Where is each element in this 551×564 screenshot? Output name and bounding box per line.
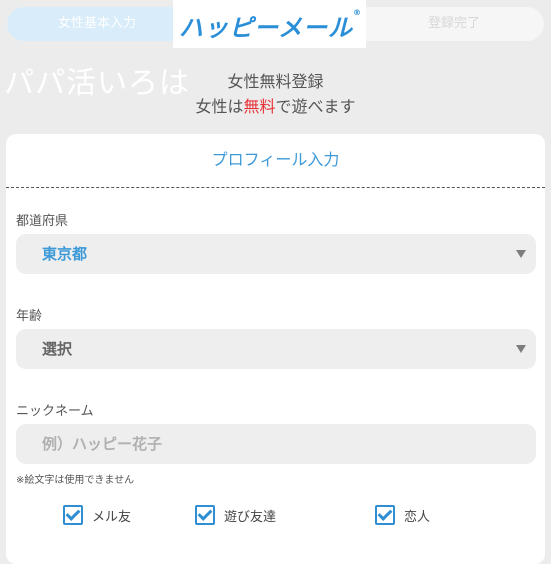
registered-mark: ® [353,8,363,17]
chevron-down-icon [516,345,526,353]
prefecture-label: 都道府県 [16,214,69,229]
checkbox-checked-icon[interactable] [63,505,83,525]
logo-text: ハッピーメール® [179,8,363,42]
prefecture-select[interactable]: 東京都 [16,234,536,274]
chevron-down-icon [516,250,526,258]
emoji-note: ※絵文字は使用できません [16,475,135,486]
top-header: 女性基本入力 登録完了 ハッピーメール® [0,0,551,48]
checkbox-checked-icon[interactable] [195,505,215,525]
age-select[interactable]: 選択 [16,329,536,369]
checkbox-checked-icon[interactable] [375,505,395,525]
profile-form-card: プロフィール入力 都道府県 東京都 年齢 選択 ニックネーム ※絵文字は使用でき… [6,134,545,564]
page-subtitle: 女性は無料で遊べます [195,97,356,116]
purpose-checkbox-mail-friend[interactable]: メル友 [63,505,131,525]
purpose-checkbox-play-friend[interactable]: 遊び友達 [195,505,276,525]
nickname-label: ニックネーム [16,404,94,419]
purpose-checkbox-lover[interactable]: 恋人 [375,505,430,525]
nickname-input[interactable] [16,424,536,464]
free-emphasis: 無料 [243,97,276,116]
step-current: 女性基本入力 [7,7,187,41]
age-label: 年齢 [16,309,43,324]
age-value: 選択 [42,340,73,358]
logo[interactable]: ハッピーメール® [173,0,366,48]
form-heading: プロフィール入力 [6,134,545,188]
prefecture-value: 東京都 [42,245,88,263]
step-final: 登録完了 [427,16,480,31]
page-title: 女性無料登録 [227,72,324,91]
